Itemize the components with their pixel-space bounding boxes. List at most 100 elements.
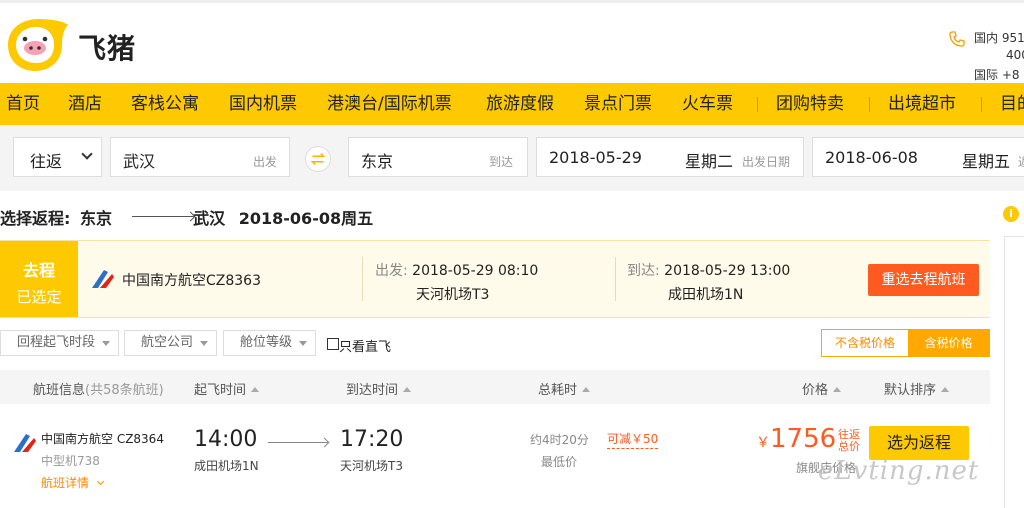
nav-divider [757, 97, 758, 112]
nav-item-group-deals[interactable]: 团购特卖 [776, 83, 844, 125]
caret-down-icon [102, 341, 110, 346]
nav-divider [869, 97, 870, 112]
side-panel [1004, 236, 1024, 508]
caret-down-icon [299, 341, 307, 346]
outbound-tag-status: 已选定 [16, 288, 62, 306]
depart-date-value: 2018-05-29 [549, 148, 642, 167]
direct-only-checkbox[interactable] [327, 338, 339, 350]
nav-divider [981, 97, 982, 112]
main-nav: 首页 酒店 客栈公寓 国内机票 港澳台/国际机票 旅游度假 景点门票 火车票 团… [0, 83, 1024, 125]
price-currency: ￥ [756, 435, 770, 451]
return-date-field[interactable]: 2018-06-08 星期五 返 [812, 137, 1024, 177]
selected-outbound-flight: 去程 已选定 中国南方航空CZ8363 出发: 2018-05-29 08:10… [0, 240, 990, 318]
flight-depart-airport: 成田机场1N [194, 459, 259, 473]
flight-details-link[interactable]: 航班详情 [41, 474, 104, 491]
flight-arrive-time: 17:20 [340, 427, 404, 452]
col-duration-label: 总耗时 [538, 383, 578, 398]
flight-arrow-icon [268, 442, 328, 443]
nav-item-inn[interactable]: 客栈公寓 [131, 83, 199, 125]
fliggy-pig-logo-icon[interactable] [2, 15, 70, 73]
flight-search-bar: 往返 武汉 出发 东京 到达 2018-05-29 星期二 出发日期 2018-… [0, 125, 1024, 191]
return-date-value: 2018-06-08 [825, 148, 918, 167]
reselect-outbound-button[interactable]: 重选去程航班 [868, 264, 979, 296]
tax-excluded-option[interactable]: 不含税价格 [822, 330, 908, 356]
flight-duration: 约4时20分 [530, 433, 589, 447]
return-weekday: 星期五 [962, 152, 1011, 171]
site-header: 飞猪 国内 951 400 国际 +8 [0, 0, 1024, 83]
to-city-value: 东京 [361, 152, 394, 171]
filter-cabin[interactable]: 舱位等级 [223, 330, 316, 356]
col-flight-info: 航班信息(共58条航班) [33, 379, 164, 398]
flight-list-header: 航班信息(共58条航班) 起飞时间 到达时间 总耗时 价格 默认排序 [0, 370, 990, 404]
flight-count: (共58条航班) [85, 383, 164, 398]
divider [362, 257, 363, 301]
filter-airline[interactable]: 航空公司 [124, 330, 217, 356]
nav-item-intl-flights[interactable]: 港澳台/国际机票 [327, 83, 452, 125]
nav-item-hotel[interactable]: 酒店 [68, 83, 102, 125]
tax-included-option[interactable]: 含税价格 [908, 330, 989, 356]
col-flight-info-label: 航班信息 [33, 383, 86, 398]
selection-date: 2018-06-08周五 [238, 209, 374, 228]
price-value: 1756 [770, 424, 837, 454]
selection-to: 武汉 [193, 209, 226, 228]
nav-item-destination[interactable]: 目的 [1000, 83, 1024, 125]
caret-down-icon [200, 341, 208, 346]
price-note: 往返总价 [838, 428, 860, 453]
select-return-button[interactable]: 选为返程 [869, 426, 969, 460]
to-city-field[interactable]: 东京 到达 [348, 137, 528, 177]
sort-up-icon [582, 387, 591, 392]
filter-return-time-label: 回程起飞时段 [17, 335, 96, 350]
swap-cities-icon[interactable] [305, 146, 331, 172]
col-arrive-time[interactable]: 到达时间 [346, 379, 412, 398]
flight-airline: 中国南方航空 CZ8364 [41, 432, 164, 446]
return-date-label: 返 [1018, 153, 1024, 170]
col-duration[interactable]: 总耗时 [538, 379, 591, 398]
outbound-tag-title: 去程 [22, 261, 55, 280]
flight-aircraft: 中型机738 [41, 454, 100, 468]
selection-label: 选择返程: [0, 209, 71, 228]
col-price[interactable]: 价格 [802, 379, 842, 398]
nav-item-trains[interactable]: 火车票 [682, 83, 733, 125]
outbound-depart-airport: 天河机场T3 [416, 287, 490, 303]
col-price-label: 价格 [802, 383, 829, 398]
brand-name[interactable]: 飞猪 [78, 27, 136, 67]
sort-up-icon [251, 387, 260, 392]
trip-type-select[interactable]: 往返 [13, 137, 102, 177]
sort-up-icon [941, 387, 950, 392]
col-sort[interactable]: 默认排序 [884, 379, 950, 398]
flight-details-label: 航班详情 [41, 476, 90, 490]
discount-badge[interactable]: 可减￥50 [607, 430, 659, 449]
col-arrive-time-label: 到达时间 [346, 383, 399, 398]
route-arrow-icon [132, 216, 194, 217]
col-sort-label: 默认排序 [884, 383, 937, 398]
nav-item-vacation[interactable]: 旅游度假 [486, 83, 554, 125]
depart-label: 出发: [375, 263, 408, 279]
tax-price-toggle: 不含税价格 含税价格 [821, 329, 990, 357]
outbound-tag: 去程 已选定 [0, 241, 78, 317]
china-southern-logo-icon [14, 434, 36, 452]
sort-up-icon [403, 387, 412, 392]
depart-weekday: 星期二 [685, 152, 734, 171]
direct-only-label[interactable]: 只看直飞 [339, 336, 391, 355]
from-city-value: 武汉 [123, 152, 156, 171]
nav-item-home[interactable]: 首页 [6, 83, 40, 125]
nav-item-attractions[interactable]: 景点门票 [584, 83, 652, 125]
divider [615, 257, 616, 301]
to-city-label: 到达 [489, 155, 514, 169]
china-southern-logo-icon [92, 270, 114, 288]
flight-arrive-airport: 天河机场T3 [340, 459, 403, 473]
nav-item-domestic-flights[interactable]: 国内机票 [229, 83, 297, 125]
selection-from: 东京 [79, 209, 112, 228]
contact-hotline: 400 [1006, 48, 1024, 62]
from-city-label: 出发 [253, 155, 278, 169]
col-depart-time[interactable]: 起飞时间 [194, 379, 260, 398]
outbound-arrive-time: 2018-05-29 13:00 [664, 263, 791, 279]
depart-date-field[interactable]: 2018-05-29 星期二 出发日期 [536, 137, 804, 177]
outbound-depart-time: 2018-05-29 08:10 [412, 263, 539, 279]
filter-cabin-label: 舱位等级 [240, 335, 293, 350]
filter-return-time[interactable]: 回程起飞时段 [0, 330, 119, 356]
from-city-field[interactable]: 武汉 出发 [110, 137, 290, 177]
flight-depart-time: 14:00 [194, 427, 258, 452]
nav-item-outbound-market[interactable]: 出境超市 [888, 83, 956, 125]
info-icon[interactable]: i [1003, 206, 1019, 222]
